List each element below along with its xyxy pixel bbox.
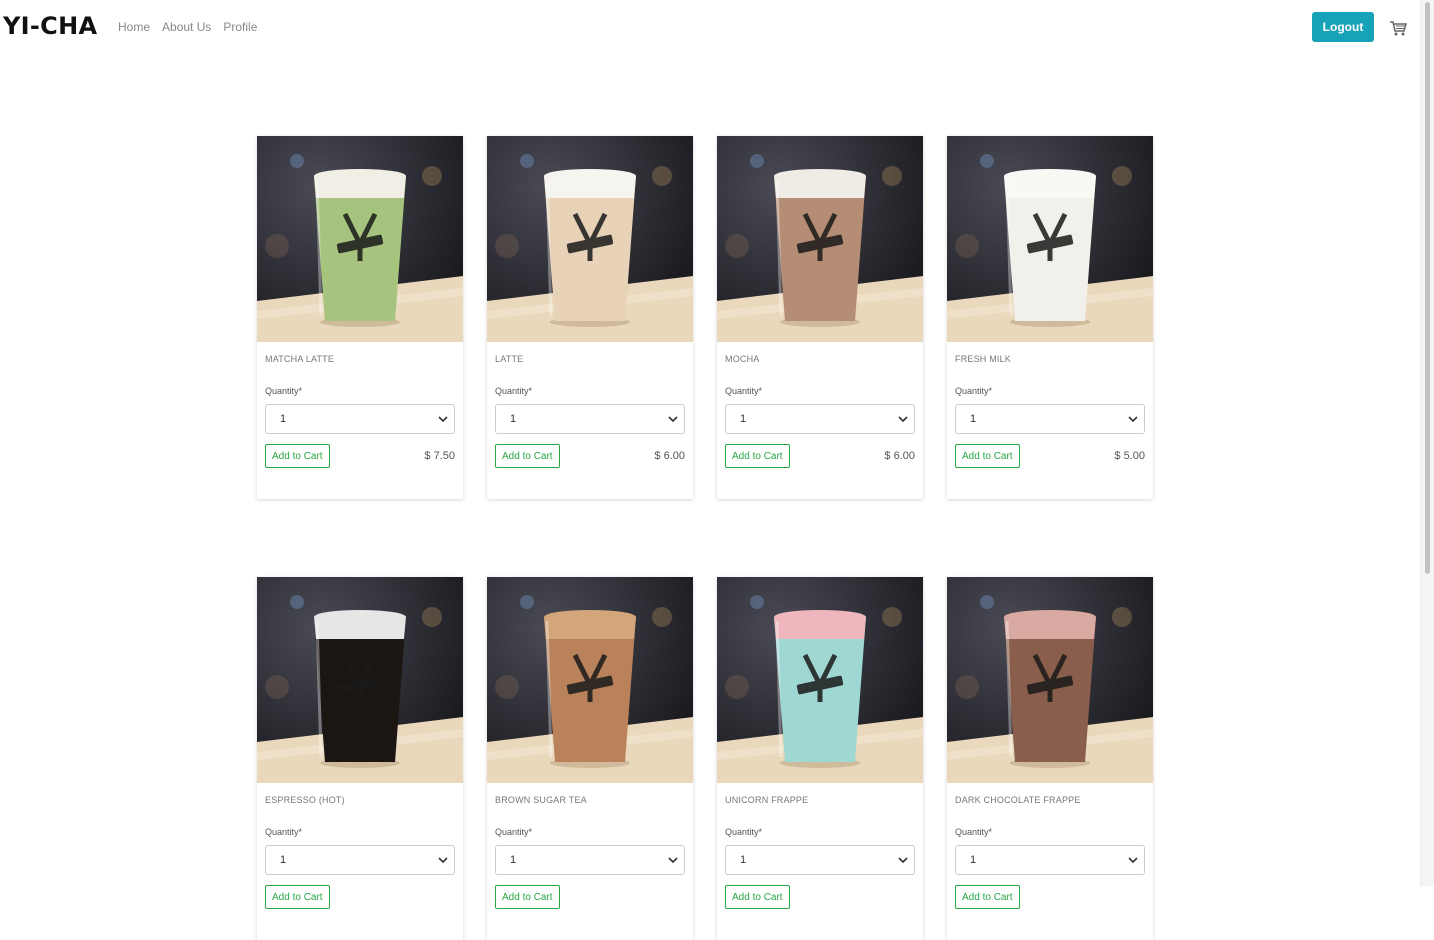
quantity-value: 1	[740, 413, 747, 425]
card-actions: Add to Cart	[725, 885, 915, 909]
quantity-label: Quantity*	[495, 386, 533, 396]
logout-button[interactable]: Logout	[1312, 12, 1374, 42]
add-to-cart-button[interactable]: Add to Cart	[495, 444, 560, 468]
quantity-label: Quantity*	[495, 827, 533, 837]
quantity-select[interactable]: 1	[265, 845, 455, 875]
add-to-cart-button[interactable]: Add to Cart	[265, 444, 330, 468]
card-actions: Add to Cart $ 6.00	[495, 444, 685, 468]
quantity-select[interactable]: 1	[725, 404, 915, 434]
product-price: $ 6.00	[884, 450, 915, 462]
product-card: MATCHA LATTE Quantity* 1 Add to Cart $ 7…	[257, 136, 463, 499]
quantity-value: 1	[510, 413, 517, 425]
quantity-select[interactable]: 1	[955, 404, 1145, 434]
add-to-cart-button[interactable]: Add to Cart	[955, 885, 1020, 909]
card-actions: Add to Cart $ 7.50	[265, 444, 455, 468]
quantity-label: Quantity*	[265, 827, 303, 837]
add-to-cart-button[interactable]: Add to Cart	[495, 885, 560, 909]
quantity-select[interactable]: 1	[495, 845, 685, 875]
quantity-select[interactable]: 1	[265, 404, 455, 434]
product-name: LATTE	[495, 354, 524, 364]
product-photo	[257, 577, 463, 783]
card-body: BROWN SUGAR TEA Quantity* 1 Add to Cart	[487, 783, 693, 909]
product-photo	[487, 577, 693, 783]
add-to-cart-button[interactable]: Add to Cart	[265, 885, 330, 909]
navbar: YI-CHA Home About Us Profile Logout	[0, 0, 1420, 56]
card-actions: Add to Cart $ 6.00	[725, 444, 915, 468]
nav-link-profile[interactable]: Profile	[223, 20, 257, 34]
quantity-select[interactable]: 1	[725, 845, 915, 875]
brand-logo[interactable]: YI-CHA	[3, 12, 97, 40]
card-actions: Add to Cart $ 5.00	[955, 444, 1145, 468]
product-photo	[717, 136, 923, 342]
scrollbar-thumb[interactable]	[1425, 2, 1430, 574]
quantity-value: 1	[280, 413, 287, 425]
card-body: MOCHA Quantity* 1 Add to Cart $ 6.00	[717, 342, 923, 468]
card-body: DARK CHOCOLATE FRAPPE Quantity* 1 Add to…	[947, 783, 1153, 909]
nav-links: Home About Us Profile	[118, 20, 257, 34]
add-to-cart-button[interactable]: Add to Cart	[725, 885, 790, 909]
product-price: $ 6.00	[654, 450, 685, 462]
quantity-value: 1	[510, 854, 517, 866]
product-name: UNICORN FRAPPE	[725, 795, 809, 805]
chevron-down-icon	[438, 857, 448, 864]
product-photo	[947, 577, 1153, 783]
quantity-label: Quantity*	[725, 386, 763, 396]
product-name: MOCHA	[725, 354, 760, 364]
product-photo	[487, 136, 693, 342]
chevron-down-icon	[1128, 416, 1138, 423]
card-actions: Add to Cart	[955, 885, 1145, 909]
product-name: FRESH MILK	[955, 354, 1012, 364]
card-actions: Add to Cart	[495, 885, 685, 909]
chevron-down-icon	[668, 857, 678, 864]
product-photo	[257, 136, 463, 342]
product-name: DARK CHOCOLATE FRAPPE	[955, 795, 1081, 805]
chevron-down-icon	[438, 416, 448, 423]
card-actions: Add to Cart	[265, 885, 455, 909]
quantity-select[interactable]: 1	[955, 845, 1145, 875]
card-body: ESPRESSO (HOT) Quantity* 1 Add to Cart	[257, 783, 463, 909]
quantity-value: 1	[280, 854, 287, 866]
shopping-cart-icon[interactable]	[1389, 20, 1407, 36]
product-price: $ 5.00	[1114, 450, 1145, 462]
quantity-select[interactable]: 1	[495, 404, 685, 434]
chevron-down-icon	[668, 416, 678, 423]
product-name: MATCHA LATTE	[265, 354, 335, 364]
card-body: LATTE Quantity* 1 Add to Cart $ 6.00	[487, 342, 693, 468]
product-card: FRESH MILK Quantity* 1 Add to Cart $ 5.0…	[947, 136, 1153, 499]
chevron-down-icon	[1128, 857, 1138, 864]
quantity-label: Quantity*	[725, 827, 763, 837]
quantity-label: Quantity*	[955, 827, 993, 837]
add-to-cart-button[interactable]: Add to Cart	[725, 444, 790, 468]
product-price: $ 7.50	[424, 450, 455, 462]
product-photo	[947, 136, 1153, 342]
product-card: MOCHA Quantity* 1 Add to Cart $ 6.00	[717, 136, 923, 499]
card-body: MATCHA LATTE Quantity* 1 Add to Cart $ 7…	[257, 342, 463, 468]
quantity-value: 1	[740, 854, 747, 866]
page-scrollbar[interactable]	[1420, 0, 1434, 886]
chevron-down-icon	[898, 857, 908, 864]
product-card: LATTE Quantity* 1 Add to Cart $ 6.00	[487, 136, 693, 499]
product-name: ESPRESSO (HOT)	[265, 795, 345, 805]
nav-link-about-us[interactable]: About Us	[162, 20, 211, 34]
chevron-down-icon	[898, 416, 908, 423]
card-body: FRESH MILK Quantity* 1 Add to Cart $ 5.0…	[947, 342, 1153, 468]
product-photo	[717, 577, 923, 783]
product-grid: MATCHA LATTE Quantity* 1 Add to Cart $ 7…	[257, 136, 1155, 940]
product-name: BROWN SUGAR TEA	[495, 795, 587, 805]
card-body: UNICORN FRAPPE Quantity* 1 Add to Cart	[717, 783, 923, 909]
nav-link-home[interactable]: Home	[118, 20, 150, 34]
quantity-label: Quantity*	[265, 386, 303, 396]
quantity-value: 1	[970, 854, 977, 866]
quantity-label: Quantity*	[955, 386, 993, 396]
add-to-cart-button[interactable]: Add to Cart	[955, 444, 1020, 468]
quantity-value: 1	[970, 413, 977, 425]
